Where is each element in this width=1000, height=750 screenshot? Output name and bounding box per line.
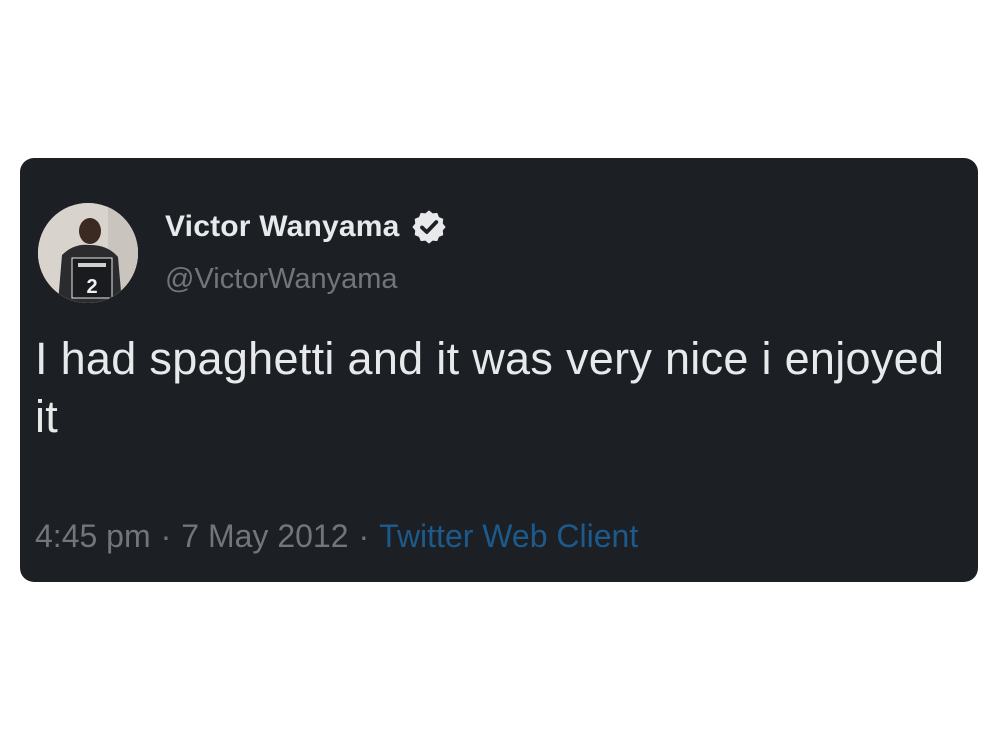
jersey-number: 2 [86,276,97,298]
display-name[interactable]: Victor Wanyama [165,205,400,249]
separator-dot: · [358,518,370,554]
tweet-text: I had spaghetti and it was very nice i e… [35,333,945,442]
user-handle[interactable]: @VictorWanyama [165,257,398,301]
client-link[interactable]: Twitter Web Client [379,518,638,554]
tweet-time[interactable]: 4:45 pm [35,518,151,554]
avatar[interactable]: 2 [38,203,138,303]
author-name-row[interactable]: Victor Wanyama [165,205,448,249]
separator-dot: · [160,518,172,554]
tweet-metadata: 4:45 pm · 7 May 2012 · Twitter Web Client [35,514,638,558]
profile-photo-icon: 2 [38,203,138,303]
verified-badge-icon [410,208,448,246]
tweet-date[interactable]: 7 May 2012 [181,518,348,554]
